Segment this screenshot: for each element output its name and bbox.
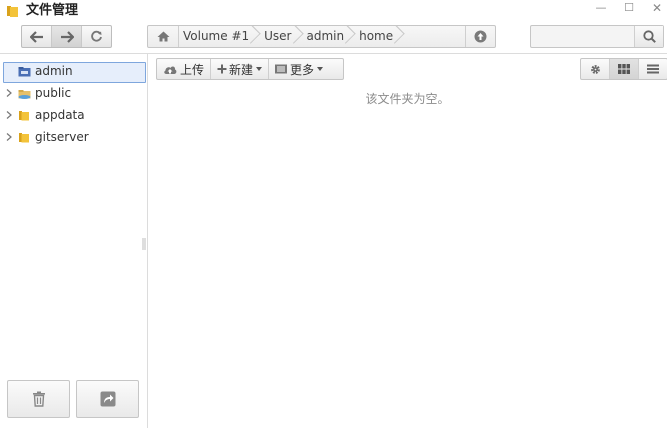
chevron-down-icon [317,67,324,71]
folder-icon [6,4,19,18]
list-view-button[interactable] [639,59,667,79]
chevron-right-icon[interactable] [5,111,13,119]
tree-item-label: appdata [35,108,85,122]
back-button[interactable] [22,26,52,47]
file-toolbar: 上传 新建 更多 [156,58,344,80]
tree-item-public[interactable]: public [0,83,147,105]
forward-button[interactable] [52,26,82,47]
folder-tree: admin public appdata gitserver [0,61,147,149]
path-bar: Volume #1 User admin home [147,25,496,48]
plus-icon [217,64,227,74]
list-view-icon [647,64,659,74]
arrow-right-icon [60,30,74,43]
arrow-up-circle-icon [474,30,487,43]
refresh-icon [91,30,102,42]
breadcrumb-item[interactable]: home [355,26,404,47]
header-divider [0,53,667,54]
breadcrumb-item[interactable]: Volume #1 [179,26,260,47]
grid-view-button[interactable] [610,59,639,79]
chevron-down-icon [256,67,263,71]
trash-icon [32,391,45,407]
upload-label: 上传 [180,62,205,77]
share-icon [100,391,115,407]
window-title: 文件管理 [26,3,79,18]
share-button[interactable] [76,380,139,418]
refresh-button[interactable] [82,26,111,47]
title-bar: 文件管理 — ☐ ✕ [0,0,667,22]
folder-icon [19,111,29,121]
new-label: 新建 [229,62,254,77]
tree-item-appdata[interactable]: appdata [0,105,147,127]
tree-item-gitserver[interactable]: gitserver [0,127,147,149]
search-button[interactable] [634,26,663,47]
more-button[interactable]: 更多 [269,59,329,79]
arrow-left-icon [29,30,43,43]
gear-icon [590,64,600,74]
tree-item-label: gitserver [35,130,89,144]
tree-item-label: public [35,86,72,100]
sidebar-resize-handle[interactable] [142,238,146,250]
home-button[interactable] [148,26,179,47]
user-folder-icon [18,67,31,77]
maximize-button[interactable]: ☐ [616,0,642,18]
home-icon [157,31,169,42]
folder-icon [19,133,29,143]
delete-button[interactable] [7,380,70,418]
search-input[interactable] [531,26,643,47]
chevron-right-icon[interactable] [5,133,13,141]
grid-view-icon [618,64,630,74]
view-toolbar [580,58,667,80]
search-box [530,25,664,48]
parent-folder-button[interactable] [465,26,495,47]
settings-button[interactable] [581,59,610,79]
tree-item-label: admin [35,64,73,78]
more-label: 更多 [290,62,315,77]
empty-folder-message: 该文件夹为空。 [365,92,450,106]
breadcrumb-item[interactable]: admin [303,26,356,47]
cloud-upload-icon [164,65,177,74]
minimize-button[interactable]: — [588,0,614,18]
breadcrumb: Volume #1 User admin home [179,26,404,47]
new-button[interactable]: 新建 [211,59,270,79]
upload-button[interactable]: 上传 [157,59,212,79]
tree-item-admin[interactable]: admin [0,61,147,83]
menu-icon [275,64,288,74]
search-icon [642,30,656,43]
chevron-right-icon[interactable] [5,89,13,97]
shared-folder-icon [18,90,31,99]
breadcrumb-item[interactable]: User [260,26,302,47]
sidebar-divider [147,54,148,428]
close-button[interactable]: ✕ [644,0,667,18]
navigation-buttons [21,25,112,48]
